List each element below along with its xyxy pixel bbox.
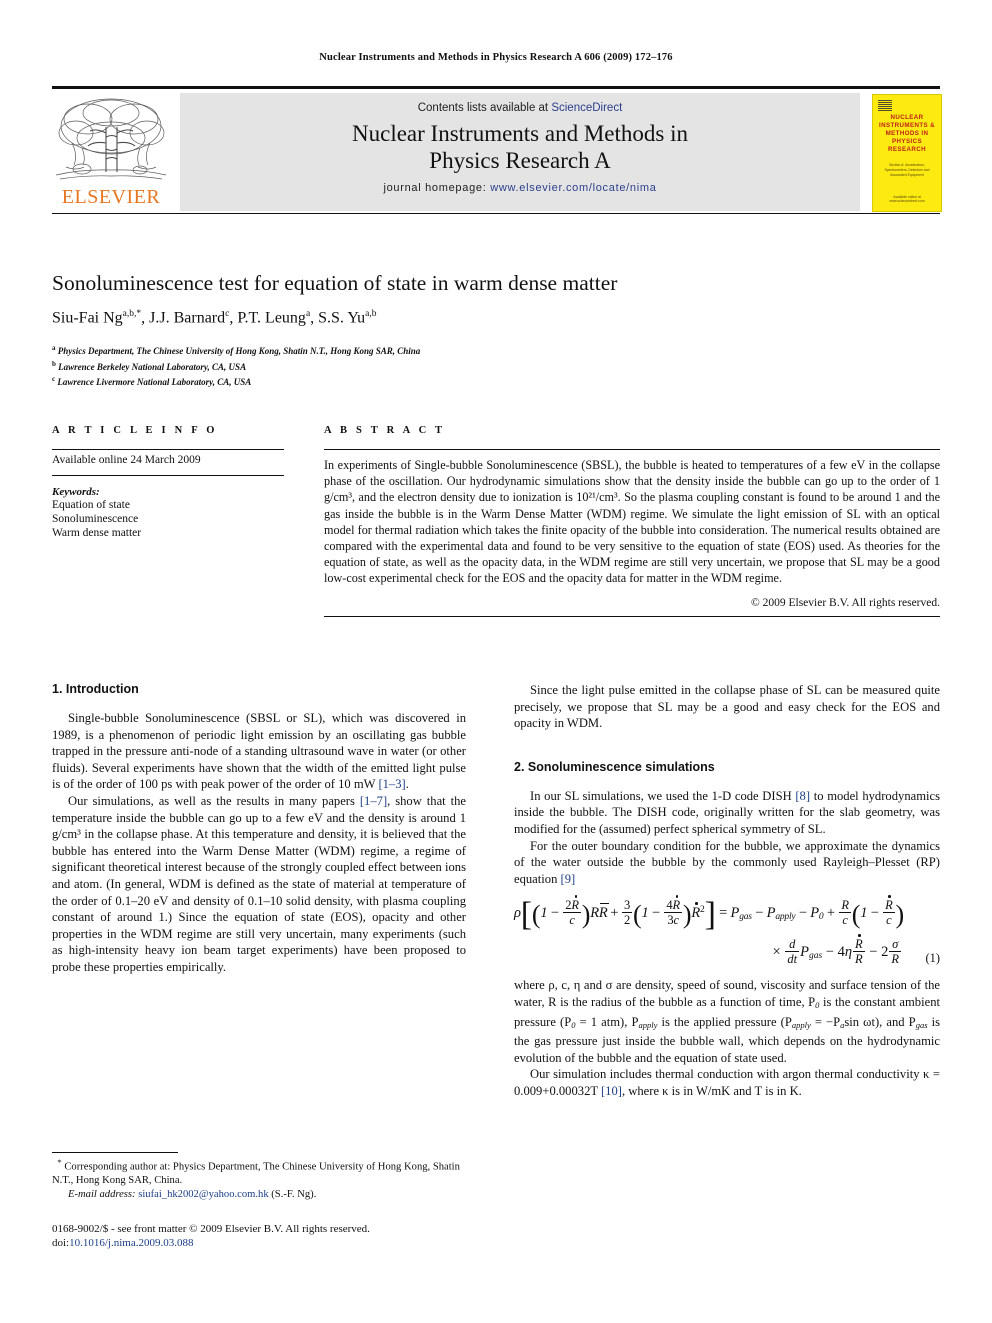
article-info-rule-bottom	[52, 475, 284, 476]
equation-1-number: (1)	[925, 951, 940, 966]
affiliation-row: b Lawrence Berkeley National Laboratory,…	[52, 358, 872, 374]
author-name-2: P.T. Leung	[237, 309, 306, 327]
paragraph-sim-1: In our SL simulations, we used the 1-D c…	[514, 788, 940, 838]
page-title: Sonoluminescence test for equation of st…	[52, 271, 618, 295]
abstract-rule-bottom	[324, 615, 940, 617]
paragraph-sim-2-head: For the outer boundary condition for the…	[514, 838, 940, 886]
body-column-left: 1. Introduction Single-bubble Sonolumine…	[52, 682, 466, 976]
elsevier-logo: ELSEVIER	[52, 93, 170, 211]
journal-masthead: ELSEVIER Contents lists available at Sci…	[52, 86, 942, 214]
footnote-rule	[52, 1152, 178, 1153]
keyword-item: Sonoluminescence	[52, 513, 139, 525]
affiliation-row: c Lawrence Livermore National Laboratory…	[52, 373, 872, 389]
section-heading-introduction: 1. Introduction	[52, 682, 139, 696]
paragraph-intro-2-text: , show that the temperature inside the b…	[52, 793, 466, 974]
paragraph-sim-3-f: sin ωt), and P	[844, 1014, 916, 1029]
email-link[interactable]: siufai_hk2002@yahoo.com.hk	[138, 1189, 268, 1200]
equation-1: ρ[(1 − 2R c)RR + 3 2 (1 − 4R 3c)R2] = Pgas −…	[514, 895, 940, 967]
author-marks-2: a	[305, 309, 311, 319]
journal-homepage-line: journal homepage: www.elsevier.com/locat…	[180, 182, 860, 194]
paragraph-sim-2: For the outer boundary condition for the…	[514, 838, 940, 888]
cover-footer: Available online at www.sciencedirect.co…	[889, 195, 925, 203]
author-marks-0: a,b,*	[122, 309, 142, 319]
citation-ref-8[interactable]: [8]	[795, 789, 810, 803]
paragraph-intro-2: Our simulations, as well as the results …	[52, 793, 466, 976]
paragraph-intro-2-head: Our simulations, as well as the results …	[68, 793, 360, 808]
contents-lists-line: Contents lists available at ScienceDirec…	[180, 102, 860, 114]
affiliation-text-1: Lawrence Berkeley National Laboratory, C…	[58, 361, 247, 372]
imprint-block: 0168-9002/$ - see front matter © 2009 El…	[52, 1222, 482, 1250]
abstract-block: A B S T R A C T In experiments of Single…	[324, 425, 940, 617]
equation-1-line-1: ρ[(1 − 2R c)RR + 3 2 (1 − 4R 3c)R2] = Pgas −…	[514, 895, 905, 933]
author-name-3: S.S. Yu	[318, 309, 366, 327]
journal-band: Contents lists available at ScienceDirec…	[180, 93, 860, 211]
section-heading-simulations: 2. Sonoluminescence simulations	[514, 759, 715, 774]
affiliation-mark-1: b	[52, 359, 56, 368]
citation-ref-1-3[interactable]: [1–3]	[378, 777, 405, 791]
journal-homepage-link[interactable]: www.elsevier.com/locate/nima	[490, 182, 656, 194]
affiliation-text-0: Physics Department, The Chinese Universi…	[57, 346, 421, 356]
author-name-1: J.J. Barnard	[149, 309, 226, 327]
paragraph-intro-1-tail: .	[405, 777, 409, 792]
author-name-0: Siu-Fai Ng	[52, 309, 123, 327]
citation-ref-9[interactable]: [9]	[561, 872, 576, 886]
citation-ref-10[interactable]: [10]	[601, 1084, 622, 1098]
doi-line: doi:10.1016/j.nima.2009.03.088	[52, 1236, 482, 1250]
paragraph-sim-3-e: = −P	[810, 1014, 841, 1029]
affiliation-row: a Physics Department, The Chinese Univer…	[52, 342, 872, 358]
running-head: Nuclear Instruments and Methods in Physi…	[319, 52, 673, 63]
email-note: E-mail address: siufai_hk2002@yahoo.com.…	[52, 1188, 466, 1202]
author-marks-1: c	[225, 309, 230, 319]
cover-subtitle: Section A: Accelerators, Spectrometers, …	[884, 163, 930, 177]
abstract-text: In experiments of Single-bubble Sonolumi…	[324, 458, 940, 586]
paragraph-sim-4: Our simulation includes thermal conducti…	[514, 1066, 940, 1099]
available-online-date: Available online 24 March 2009	[52, 454, 201, 466]
paragraph-intro-1: Single-bubble Sonoluminescence (SBSL or …	[52, 710, 466, 793]
body-column-right: Since the light pulse emitted in the col…	[514, 682, 940, 1100]
paragraph-sim-3: where ρ, c, η and σ are density, speed o…	[514, 978, 940, 1065]
article-info-heading: A R T I C L E I N F O	[52, 425, 218, 436]
keyword-item: Equation of state	[52, 499, 130, 511]
keywords-label: Keywords:	[52, 486, 100, 498]
masthead-top-rule	[52, 86, 940, 89]
journal-homepage-prefix: journal homepage:	[383, 182, 491, 194]
author-marks-3: a,b	[365, 309, 377, 319]
masthead-bottom-rule	[52, 213, 940, 214]
paragraph-sim-3-d: is the applied pressure (P	[657, 1014, 792, 1029]
affiliation-mark-0: a	[52, 344, 56, 352]
contents-lists-prefix: Contents lists available at	[417, 102, 552, 114]
affiliation-list: a Physics Department, The Chinese Univer…	[52, 342, 872, 389]
paragraph-sim-1-head: In our SL simulations, we used the 1-D c…	[530, 788, 796, 803]
elsevier-tree-icon	[55, 98, 167, 180]
elsevier-wordmark: ELSEVIER	[61, 186, 161, 208]
article-info-block: A R T I C L E I N F O Available online 2…	[52, 425, 284, 540]
doi-label: doi:	[52, 1237, 70, 1249]
corresponding-author-note: * Corresponding author at: Physics Depar…	[52, 1156, 466, 1188]
journal-title-line-2: Physics Research A	[429, 148, 611, 173]
issn-front-matter: 0168-9002/$ - see front matter © 2009 El…	[52, 1223, 370, 1235]
corresponding-author-text: Corresponding author at: Physics Departm…	[52, 1161, 460, 1187]
abstract-copyright: © 2009 Elsevier B.V. All rights reserved…	[751, 596, 940, 609]
sciencedirect-link[interactable]: ScienceDirect	[551, 102, 622, 114]
paragraph-sim-4-text: , where κ is in W/mK and T is in K.	[621, 1083, 802, 1098]
citation-ref-1-7[interactable]: [1–7]	[360, 794, 387, 808]
cover-title: NUCLEAR INSTRUMENTS & METHODS IN PHYSICS…	[878, 114, 936, 153]
paper-page: Nuclear Instruments and Methods in Physi…	[0, 0, 992, 1323]
email-label: E-mail address:	[68, 1188, 136, 1200]
email-owner: (S.-F. Ng).	[271, 1188, 317, 1200]
journal-cover-thumbnail: NUCLEAR INSTRUMENTS & METHODS IN PHYSICS…	[872, 94, 942, 212]
equation-1-line-2: × d dt Pgas − 4η R R − 2σR (1)	[772, 934, 940, 967]
abstract-heading: A B S T R A C T	[324, 425, 446, 436]
doi-link[interactable]: 10.1016/j.nima.2009.03.088	[69, 1237, 193, 1249]
keyword-item: Warm dense matter	[52, 527, 142, 539]
journal-title-line-1: Nuclear Instruments and Methods in	[352, 121, 688, 146]
paragraph-intro-3: Since the light pulse emitted in the col…	[514, 683, 940, 731]
cover-logo-icon	[878, 99, 892, 111]
journal-title: Nuclear Instruments and Methods in Physi…	[180, 120, 860, 174]
author-list: Siu-Fai Nga,b,*, J.J. Barnardc, P.T. Leu…	[52, 309, 377, 327]
footnote-block: * Corresponding author at: Physics Depar…	[52, 1156, 466, 1201]
affiliation-text-2: Lawrence Livermore National Laboratory, …	[57, 377, 252, 387]
paragraph-sim-3-c: = 1 atm), P	[575, 1014, 639, 1029]
affiliation-mark-2: c	[52, 375, 56, 383]
